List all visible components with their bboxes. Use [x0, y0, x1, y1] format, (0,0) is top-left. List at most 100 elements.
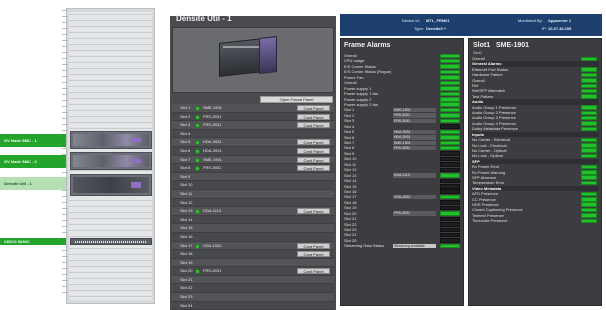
alarm-status-indicator[interactable]	[440, 135, 460, 140]
alarm-status-indicator[interactable]	[581, 67, 597, 72]
alarm-status-indicator[interactable]	[581, 126, 597, 132]
rack-slot-divider	[69, 128, 152, 129]
alarm-status-indicator[interactable]	[440, 232, 460, 238]
alarm-status-indicator[interactable]	[581, 207, 597, 213]
rack-unit-tick	[62, 268, 68, 269]
alarm-status-indicator[interactable]	[440, 173, 460, 178]
rack-label-densite-util-1[interactable]: Densite Util - 1	[0, 177, 66, 190]
alarm-status-indicator[interactable]	[581, 110, 597, 116]
alarm-status-indicator[interactable]	[581, 143, 597, 148]
alarm-status-indicator[interactable]	[581, 175, 597, 180]
alarm-status-indicator[interactable]	[440, 145, 460, 151]
alarm-status-indicator[interactable]	[581, 83, 597, 89]
alarm-status-indicator[interactable]	[581, 105, 597, 110]
card-panel-button[interactable]: Card Panel	[297, 251, 330, 258]
alarm-status-indicator[interactable]	[440, 205, 460, 211]
alarm-status-indicator[interactable]	[440, 118, 460, 124]
card-panel-button[interactable]: Card Panel	[297, 122, 330, 129]
alarm-status-indicator[interactable]	[440, 107, 460, 113]
alarm-status-indicator[interactable]	[440, 140, 460, 145]
alarm-status-indicator[interactable]	[440, 102, 460, 107]
frame-alarm-label: E/S Comm Status	[344, 63, 376, 69]
rack-slot-divider	[69, 50, 152, 51]
alarm-status-indicator[interactable]	[440, 156, 460, 162]
alarm-status-indicator[interactable]	[581, 72, 597, 78]
alarm-status-indicator[interactable]	[440, 162, 460, 167]
rack-slot-divider	[69, 62, 152, 63]
alarm-status-indicator[interactable]	[581, 56, 597, 61]
alarm-status-indicator[interactable]	[440, 189, 460, 194]
rack-device-densite-util-1[interactable]	[70, 174, 152, 196]
alarm-status-indicator[interactable]	[440, 124, 460, 129]
slot-alarm-label: Ethernet Port Status	[472, 66, 509, 72]
alarm-status-indicator[interactable]	[440, 86, 460, 91]
alarm-status-indicator[interactable]	[440, 113, 460, 118]
card-panel-button[interactable]: Card Panel	[297, 139, 330, 146]
alarm-status-indicator[interactable]	[581, 121, 597, 126]
rack-unit-tick	[62, 226, 68, 227]
alarm-status-indicator[interactable]	[440, 80, 460, 86]
card-panel-button[interactable]: Card Panel	[297, 268, 330, 275]
alarm-status-indicator[interactable]	[440, 53, 460, 58]
card-panel-button[interactable]: Card Panel	[297, 113, 330, 120]
alarm-status-indicator[interactable]	[581, 202, 597, 207]
rack-device-cisco-switch[interactable]	[70, 238, 152, 245]
alarm-status-indicator[interactable]	[440, 238, 460, 243]
alarm-status-indicator[interactable]	[581, 148, 597, 153]
rack-label-cisco-9236c[interactable]: CISCO 9236C	[0, 238, 66, 245]
alarm-status-indicator[interactable]	[440, 64, 460, 69]
alarm-status-indicator[interactable]	[440, 222, 460, 227]
card-panel-button[interactable]: Card Panel	[297, 165, 330, 172]
card-panel-button[interactable]: Card Panel	[297, 242, 330, 249]
frame-alarm-label: Slot 10	[344, 156, 357, 162]
alarm-status-indicator[interactable]	[581, 218, 597, 224]
alarm-status-indicator[interactable]	[440, 75, 460, 80]
alarm-status-indicator[interactable]	[581, 115, 597, 121]
rack-device-gv-node-smc-1[interactable]	[70, 131, 152, 149]
alarm-status-indicator[interactable]	[581, 137, 597, 143]
alarm-status-indicator[interactable]	[440, 243, 460, 249]
device-type-label: Type:	[414, 26, 424, 31]
rack-unit-tick	[62, 232, 68, 233]
rack-device-gv-node-smc-2[interactable]	[70, 152, 152, 170]
alarm-status-indicator[interactable]	[440, 184, 460, 189]
alarm-status-indicator[interactable]	[440, 167, 460, 173]
rack-unit-tick	[62, 130, 68, 131]
alarm-status-indicator[interactable]	[440, 97, 460, 102]
alarm-status-indicator[interactable]	[581, 88, 597, 94]
frame-alarm-label: Slot 6	[344, 134, 355, 140]
alarm-status-indicator[interactable]	[581, 170, 597, 175]
alarm-status-indicator[interactable]	[440, 200, 460, 205]
alarm-status-indicator[interactable]	[581, 180, 597, 186]
slot-alarm-label: Overall	[472, 77, 485, 83]
alarm-status-indicator[interactable]	[440, 211, 460, 216]
alarm-status-indicator[interactable]	[581, 94, 597, 99]
alarm-status-indicator[interactable]	[440, 227, 460, 232]
alarm-status-indicator[interactable]	[440, 194, 460, 200]
rack-slot-divider	[69, 92, 152, 93]
alarm-status-indicator[interactable]	[440, 91, 460, 97]
card-panel-button[interactable]: Card Panel	[297, 208, 330, 215]
open-frame-panel-button[interactable]: Open Frame Panel	[260, 96, 333, 103]
alarm-status-indicator[interactable]	[440, 58, 460, 64]
alarm-status-indicator[interactable]	[581, 213, 597, 218]
alarm-status-indicator[interactable]	[581, 78, 597, 83]
alarm-status-indicator[interactable]	[440, 129, 460, 135]
frame-alarm-label: Slot 4	[344, 123, 355, 129]
alarm-status-indicator[interactable]	[440, 69, 460, 75]
alarm-status-indicator[interactable]	[440, 178, 460, 184]
slot-row: Slot 2 FRS-3931 Card Panel	[172, 112, 334, 122]
card-panel-button[interactable]: Card Panel	[297, 156, 330, 163]
alarm-status-indicator[interactable]	[581, 164, 597, 170]
card-panel-button[interactable]: Card Panel	[297, 147, 330, 154]
rack-label-gv-node-smc-2[interactable]: GV Node SMC - 2	[0, 155, 66, 168]
slot-name: Slot 11	[180, 190, 193, 196]
card-panel-button[interactable]: Card Panel	[297, 105, 330, 111]
rack-unit-tick	[62, 16, 68, 17]
rack-label-gv-node-smc-1[interactable]: GV Node SMC - 1	[0, 134, 66, 147]
alarm-status-indicator[interactable]	[440, 216, 460, 222]
alarm-status-indicator[interactable]	[581, 153, 597, 159]
alarm-status-indicator[interactable]	[581, 197, 597, 202]
alarm-status-indicator[interactable]	[581, 191, 597, 197]
alarm-status-indicator[interactable]	[440, 151, 460, 156]
